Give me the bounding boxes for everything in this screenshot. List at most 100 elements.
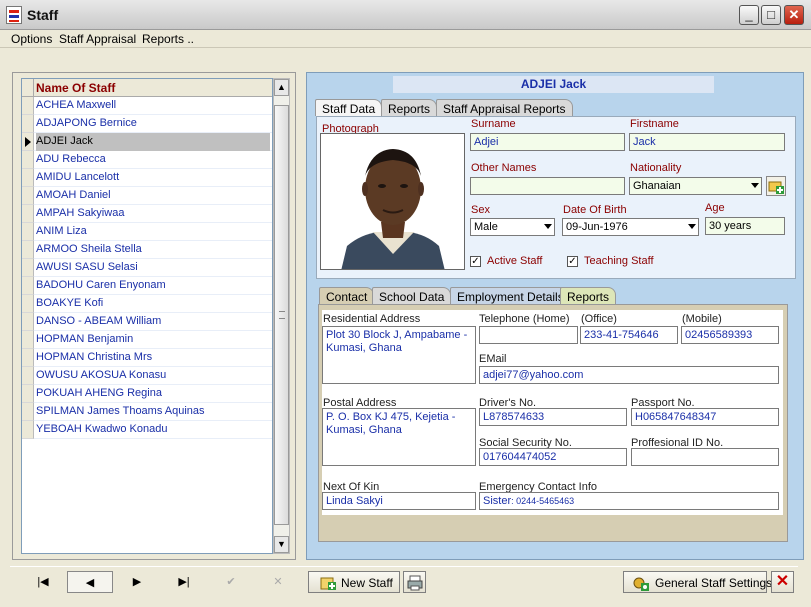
staff-name-cell[interactable]: POKUAH AHENG Regina [36,387,270,403]
tab-staff-data[interactable]: Staff Data [315,99,383,116]
tab-employment-details[interactable]: Employment Details [450,287,571,304]
row-selector[interactable] [22,115,34,133]
table-row[interactable]: YEBOAH Kwadwo Konadu [22,421,272,439]
row-selector[interactable] [22,97,34,115]
previous-record-button[interactable]: ◀ [67,571,113,593]
table-row[interactable]: DANSO - ABEAM William [22,313,272,331]
row-selector[interactable] [22,295,34,313]
tab-reports[interactable]: Reports [381,99,438,116]
table-row[interactable]: OWUSU AKOSUA Konasu [22,367,272,385]
scroll-thumb[interactable] [274,105,289,525]
table-row[interactable]: ADJEI Jack [22,133,272,151]
staff-name-cell[interactable]: ADU Rebecca [36,153,270,169]
staff-name-cell[interactable]: HOPMAN Benjamin [36,333,270,349]
row-selector[interactable] [22,367,34,385]
prof-id-input[interactable] [631,448,779,466]
general-staff-settings-button[interactable]: General Staff Settings [623,571,772,593]
row-selector[interactable] [22,205,34,223]
row-selector[interactable] [22,223,34,241]
staff-photo[interactable] [320,133,465,270]
office-phone-input[interactable]: 233-41-754646 [580,326,678,344]
first-record-button[interactable]: |◀ [20,571,66,593]
row-selector[interactable] [22,187,34,205]
table-row[interactable]: ARMOO Sheila Stella [22,241,272,259]
staff-name-cell[interactable]: OWUSU AKOSUA Konasu [36,369,270,385]
close-window-button[interactable]: ✕ [784,5,804,25]
table-row[interactable]: ADJAPONG Bernice [22,115,272,133]
minimize-button[interactable]: _ [739,5,759,25]
staff-name-cell[interactable]: ARMOO Sheila Stella [36,243,270,259]
last-record-button[interactable]: ▶| [161,571,207,593]
scroll-down-arrow-icon[interactable]: ▼ [274,536,289,553]
staff-name-cell[interactable]: SPILMAN James Thoams Aquinas [36,405,270,421]
drivers-input[interactable]: L878574633 [479,408,627,426]
row-selector[interactable] [22,421,34,439]
mobile-phone-input[interactable]: 02456589393 [681,326,779,344]
row-selector[interactable] [22,277,34,295]
surname-input[interactable]: Adjei [470,133,625,151]
table-row[interactable]: BADOHU Caren Enyonam [22,277,272,295]
staff-name-cell[interactable]: ANIM Liza [36,225,270,241]
staff-name-cell[interactable]: HOPMAN Christina Mrs [36,351,270,367]
row-selector[interactable] [22,349,34,367]
scroll-up-arrow-icon[interactable]: ▲ [274,79,289,96]
row-selector[interactable] [22,331,34,349]
row-selector[interactable] [22,259,34,277]
table-row[interactable]: AWUSI SASU Selasi [22,259,272,277]
sex-select[interactable]: Male [470,218,555,236]
tab-staff-appraisal-reports[interactable]: Staff Appraisal Reports [436,99,573,116]
email-input[interactable]: adjei77@yahoo.com [479,366,779,384]
row-selector[interactable] [22,151,34,169]
menu-staff-appraisal[interactable]: Staff Appraisal [59,32,136,46]
row-selector[interactable] [22,385,34,403]
table-row[interactable]: ANIM Liza [22,223,272,241]
residential-address-input[interactable]: Plot 30 Block J, Ampabame - Kumasi, Ghan… [322,326,476,384]
telephone-home-input[interactable] [479,326,578,344]
teaching-staff-checkbox[interactable]: ✓ [567,256,578,267]
table-row[interactable]: AMOAH Daniel [22,187,272,205]
staff-name-cell[interactable]: AMOAH Daniel [36,189,270,205]
table-row[interactable]: AMIDU Lancelott [22,169,272,187]
staff-name-cell[interactable]: DANSO - ABEAM William [36,315,270,331]
next-record-button[interactable]: ▶ [114,571,160,593]
firstname-input[interactable]: Jack [629,133,785,151]
staff-name-cell[interactable]: AMPAH Sakyiwaa [36,207,270,223]
cancel-edit-button[interactable]: ✕ [255,571,301,593]
postal-address-input[interactable]: P. O. Box KJ 475, Kejetia - Kumasi, Ghan… [322,408,476,466]
row-selector[interactable] [22,133,34,151]
row-selector[interactable] [22,313,34,331]
staff-name-cell[interactable]: ACHEA Maxwell [36,99,270,115]
table-row[interactable]: ADU Rebecca [22,151,272,169]
menu-reports[interactable]: Reports .. [142,32,194,46]
close-form-button[interactable]: ✕ [771,571,794,593]
staff-name-cell[interactable]: ADJAPONG Bernice [36,117,270,133]
column-header-name[interactable]: Name Of Staff [36,81,115,95]
row-selector[interactable] [22,169,34,187]
add-nationality-button[interactable] [766,176,786,196]
staff-name-cell[interactable]: BADOHU Caren Enyonam [36,279,270,295]
staff-name-cell[interactable]: AMIDU Lancelott [36,171,270,187]
tab-contact[interactable]: Contact [319,287,375,304]
table-row[interactable]: HOPMAN Benjamin [22,331,272,349]
tab-school-data[interactable]: School Data [372,287,452,304]
confirm-edit-button[interactable]: ✔ [208,571,254,593]
active-staff-checkbox[interactable]: ✓ [470,256,481,267]
nationality-select[interactable]: Ghanaian [629,177,762,195]
staff-name-cell[interactable]: BOAKYE Kofi [36,297,270,313]
table-row[interactable]: ACHEA Maxwell [22,97,272,115]
maximize-button[interactable]: □ [761,5,781,25]
emergency-input[interactable]: Sister: 0244-5465463 [479,492,779,510]
tab-contact-reports[interactable]: Reports [560,287,617,304]
row-selector[interactable] [22,241,34,259]
table-row[interactable]: POKUAH AHENG Regina [22,385,272,403]
staff-name-cell[interactable]: ADJEI Jack [36,133,270,151]
ssn-input[interactable]: 017604474052 [479,448,627,466]
staff-name-cell[interactable]: AWUSI SASU Selasi [36,261,270,277]
list-scrollbar[interactable]: ▲ ▼ [273,78,290,554]
other-names-input[interactable] [470,177,625,195]
table-row[interactable]: AMPAH Sakyiwaa [22,205,272,223]
passport-input[interactable]: H065847648347 [631,408,779,426]
staff-name-cell[interactable]: YEBOAH Kwadwo Konadu [36,423,270,439]
new-staff-button[interactable]: New Staff [308,571,400,593]
row-selector[interactable] [22,403,34,421]
